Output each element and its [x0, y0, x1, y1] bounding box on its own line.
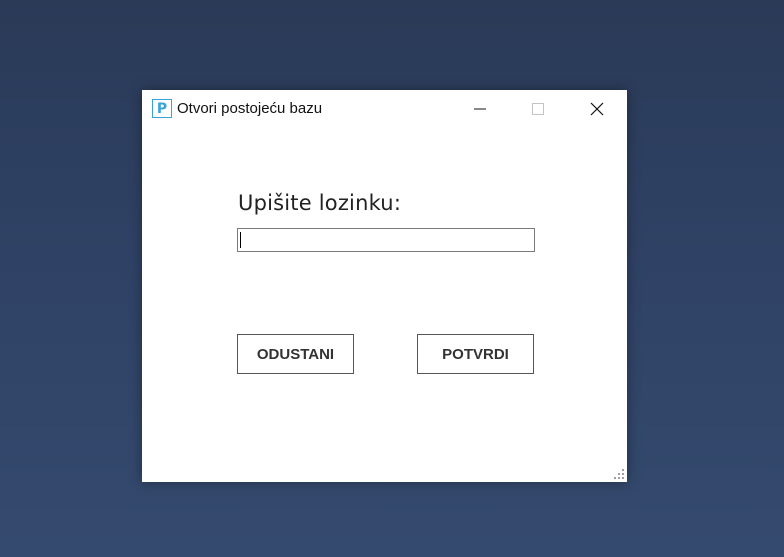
dialog-window: P Otvori postojeću bazu Upišite lozinku:… [142, 90, 627, 482]
confirm-button[interactable]: POTVRDI [417, 334, 534, 374]
resize-grip-icon[interactable] [613, 468, 625, 480]
app-icon: P [152, 99, 172, 118]
text-caret [240, 232, 241, 248]
password-prompt-label: Upišite lozinku: [238, 191, 402, 215]
close-icon [590, 102, 604, 116]
dialog-content: Upišite lozinku: ODUSTANI POTVRDI [142, 128, 627, 482]
maximize-button[interactable] [509, 90, 567, 128]
close-button[interactable] [568, 90, 626, 128]
password-field[interactable] [237, 228, 535, 252]
cancel-button[interactable]: ODUSTANI [237, 334, 354, 374]
window-title: Otvori postojeću bazu [177, 100, 323, 117]
app-icon-letter: P [156, 100, 168, 117]
title-bar[interactable]: P Otvori postojeću bazu [142, 90, 627, 128]
minimize-button[interactable] [451, 90, 509, 128]
maximize-icon [532, 103, 544, 115]
minimize-icon [474, 108, 486, 110]
